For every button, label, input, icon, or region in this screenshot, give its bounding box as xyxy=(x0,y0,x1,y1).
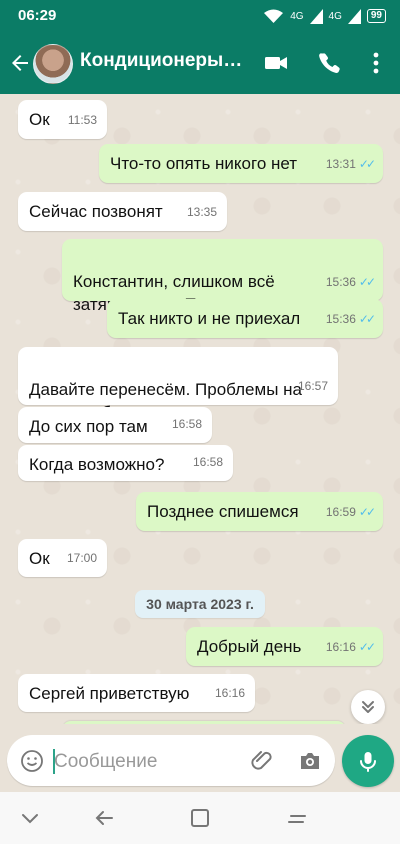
emoji-icon[interactable] xyxy=(20,749,44,773)
read-ticks-icon: ✓✓ xyxy=(358,640,376,654)
message-time: 15:36 ✓✓ xyxy=(325,275,376,289)
signal-icon-2 xyxy=(347,8,361,24)
paperclip-icon[interactable] xyxy=(249,747,275,773)
message-text: Ок xyxy=(29,549,50,568)
voice-message-button[interactable] xyxy=(342,735,394,787)
message-time: 13:35 xyxy=(186,205,217,219)
recent-apps-icon[interactable] xyxy=(284,804,312,832)
contact-name[interactable]: Кондиционеры… xyxy=(80,50,248,72)
microphone-icon xyxy=(360,752,376,772)
message-time: 17:00 xyxy=(66,551,97,565)
message-text: Сергей приветствую xyxy=(29,684,190,703)
more-vertical-icon[interactable] xyxy=(362,49,390,77)
network-2-label: 4G xyxy=(328,10,342,22)
status-time: 06:29 xyxy=(18,7,57,24)
message-bubble[interactable]: Сергей приветствую 16:16 xyxy=(18,674,255,712)
video-camera-icon[interactable] xyxy=(262,49,290,77)
read-ticks-icon: ✓✓ xyxy=(358,275,376,289)
message-text: Добрый день xyxy=(197,637,302,656)
back-arrow-icon[interactable] xyxy=(8,51,32,75)
read-ticks-icon: ✓✓ xyxy=(358,505,376,519)
message-bubble[interactable]: Сейчас позвонят 13:35 xyxy=(18,192,227,231)
scroll-down-button[interactable] xyxy=(351,690,385,724)
signal-icon xyxy=(309,8,323,24)
message-text: Ок xyxy=(29,110,50,129)
message-time: 11:53 xyxy=(67,113,97,127)
message-bubble[interactable]: Константин, слишком всё затягивается. Пе… xyxy=(62,239,383,314)
chat-header: Кондиционеры… xyxy=(0,32,400,94)
message-time: 16:16 ✓✓ xyxy=(325,640,376,654)
home-icon[interactable] xyxy=(186,804,214,832)
chevron-down-icon[interactable] xyxy=(16,804,44,832)
message-text: Так никто и не приехал xyxy=(118,309,301,328)
message-input[interactable] xyxy=(52,747,234,776)
message-time: 16:16 xyxy=(214,686,245,700)
wifi-icon xyxy=(264,9,284,23)
message-text: Что-то опять никого нет xyxy=(110,154,298,173)
message-time: 16:58 xyxy=(192,455,223,469)
message-time: 15:36 ✓✓ xyxy=(325,312,376,326)
chat-messages[interactable]: Ок 11:53 Что-то опять никого нет 13:31 ✓✓… xyxy=(0,94,400,724)
message-bubble[interactable]: Добрый день 16:16 ✓✓ xyxy=(186,627,383,666)
message-time: 16:59 ✓✓ xyxy=(325,505,376,519)
message-bubble[interactable]: Так никто и не приехал 15:36 ✓✓ xyxy=(107,299,383,338)
system-navigation-bar xyxy=(0,792,400,844)
message-bubble[interactable]: Ок 17:00 xyxy=(18,539,107,577)
battery-icon: 99 xyxy=(366,9,386,23)
message-time: 13:31 ✓✓ xyxy=(325,157,376,171)
message-text: Когда возможно? xyxy=(29,455,165,474)
message-bubble[interactable]: Позднее спишемся 16:59 ✓✓ xyxy=(136,492,383,531)
network-1-label: 4G xyxy=(290,10,304,22)
message-bubble[interactable]: Давайте перенесём. Проблемы на первом об… xyxy=(18,347,338,422)
status-bar: 06:29 4G 4G 99 xyxy=(0,0,400,32)
message-text: До сих пор там xyxy=(29,417,148,436)
message-bubble[interactable]: До сих пор там 16:58 xyxy=(18,407,212,443)
message-text: Сейчас позвонят xyxy=(29,202,163,221)
phone-icon[interactable] xyxy=(315,49,343,77)
read-ticks-icon: ✓✓ xyxy=(358,312,376,326)
message-bubble[interactable]: Когда возможно? 16:58 xyxy=(18,445,233,481)
message-time: 16:58 xyxy=(171,417,202,431)
camera-icon[interactable] xyxy=(297,748,323,774)
message-bubble[interactable]: Что-то опять никого нет 13:31 ✓✓ xyxy=(99,144,383,183)
message-time: 16:57 xyxy=(297,379,328,393)
back-icon[interactable] xyxy=(90,804,118,832)
date-separator: 30 марта 2023 г. xyxy=(135,590,265,618)
message-composer[interactable] xyxy=(7,735,335,786)
chevron-double-down-icon xyxy=(362,701,374,713)
message-bubble[interactable]: Ок 11:53 xyxy=(18,100,107,139)
status-icons: 4G 4G 99 xyxy=(263,8,386,24)
message-text: Позднее спишемся xyxy=(147,502,299,521)
partial-message-bubble xyxy=(62,721,346,724)
contact-avatar[interactable] xyxy=(33,44,73,84)
read-ticks-icon: ✓✓ xyxy=(358,157,376,171)
